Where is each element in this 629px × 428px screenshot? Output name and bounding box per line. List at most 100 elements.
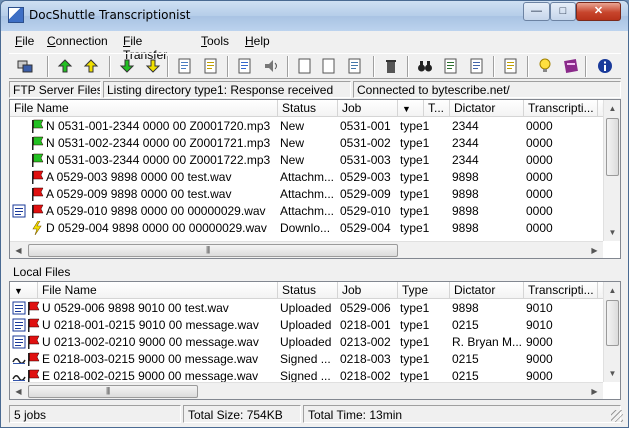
file-name: D 0529-004 9898 0000 00 00000029.wav [46,221,267,235]
sort-descending-icon: ▼ [402,104,411,114]
job-type: type1 [400,335,430,349]
connect-button[interactable] [13,55,37,78]
local-column-header[interactable]: Status [278,282,338,299]
server-column-header[interactable]: ▼ [398,100,424,117]
delete-button[interactable] [379,55,403,78]
export-button[interactable] [499,55,523,78]
report-button[interactable] [465,55,489,78]
table-row[interactable]: E 0218-003-0215 9000 00 message.wav Signe… [10,351,600,368]
file-status: New [280,153,305,167]
server-column-header[interactable]: Dictator [450,100,524,117]
table-row[interactable]: N 0531-002-2344 0000 00 Z0001721.mp3 New 0… [10,135,600,152]
server-vscroll-thumb[interactable] [606,118,619,176]
local-hscroll-thumb[interactable] [28,385,198,398]
scroll-right-arrow-icon[interactable]: ▶ [586,242,603,258]
server-column-header[interactable]: Transcripti... [524,100,598,117]
upload-green-icon [119,58,135,74]
info-button[interactable] [593,55,617,78]
play-audio-button[interactable] [259,55,283,78]
resize-grip-icon[interactable] [611,410,623,422]
job-number: 0213-002 [340,335,391,349]
dictator: 9898 [452,204,479,218]
dictator: 9898 [452,170,479,184]
maximize-button[interactable]: □ [550,2,576,21]
file-name: N 0531-002-2344 0000 00 Z0001721.mp3 [46,136,271,150]
local-column-header[interactable]: Dictator [450,282,524,299]
checklist-button[interactable] [439,55,463,78]
title-bar[interactable]: DocShuttle Transcriptionist — □ ✕ [1,1,628,31]
find-file-button[interactable] [199,55,223,78]
toolbar-separator [585,56,587,77]
minimize-button[interactable]: — [523,2,550,21]
transcriptionist: 9010 [526,318,553,332]
server-column-header[interactable]: File Name [10,100,278,117]
job-type: type1 [400,221,430,235]
local-vertical-scrollbar[interactable]: ▲ ▼ [603,282,620,382]
server-files-grid[interactable]: File Name Status Job ▼ T... Dictator Transcrip… [9,99,621,259]
local-vscroll-thumb[interactable] [606,300,619,346]
table-row[interactable]: N 0531-001-2344 0000 00 Z0001720.mp3 New 0… [10,118,600,135]
properties-button[interactable] [343,55,367,78]
local-column-header[interactable]: File Name [38,282,278,299]
search-binoculars-button[interactable] [413,55,437,78]
menu-help[interactable]: Help [245,34,270,48]
scroll-down-arrow-icon[interactable]: ▼ [604,365,620,382]
status-bar: 5 jobs Total Size: 754KB Total Time: 13m… [5,404,625,424]
local-column-header[interactable]: ▼ [10,282,38,299]
pane-splitter[interactable] [9,259,621,263]
download-green-button[interactable] [53,55,77,78]
help-book-button[interactable] [559,55,583,78]
dictator: 2344 [452,119,479,133]
menu-file[interactable]: File [15,34,34,48]
scroll-left-arrow-icon[interactable]: ◀ [10,383,27,399]
table-row[interactable]: U 0529-006 9898 9010 00 test.wav Uploaded… [10,300,600,317]
server-vertical-scrollbar[interactable]: ▲ ▼ [603,100,620,241]
local-files-grid[interactable]: ▼ File Name Status Job Type Dictator Transcrip… [9,281,621,400]
scroll-down-arrow-icon[interactable]: ▼ [604,224,620,241]
table-row[interactable]: A 0529-003 9898 0000 00 test.wav Attachm.… [10,169,600,186]
new-document-button[interactable] [293,55,317,78]
local-column-header[interactable]: Type [398,282,450,299]
table-row[interactable]: U 0218-001-0215 9010 00 message.wav Uploa… [10,317,600,334]
table-row[interactable]: D 0529-004 9898 0000 00 00000029.wav Down… [10,220,600,237]
table-row[interactable]: N 0531-003-2344 0000 00 Z0001722.mp3 New 0… [10,152,600,169]
file-status: Downlo... [280,221,331,235]
table-row[interactable]: A 0529-010 9898 0000 00 00000029.wav Atta… [10,203,600,220]
download-yellow-button[interactable] [79,55,103,78]
scroll-right-arrow-icon[interactable]: ▶ [586,383,603,399]
toolbar-separator [373,56,375,77]
transcriptionist: 9000 [526,369,553,383]
job-type: type1 [400,170,430,184]
menu-tools[interactable]: Tools [201,34,229,48]
server-column-header[interactable]: Status [278,100,338,117]
help-book-icon [563,58,579,74]
local-horizontal-scrollbar[interactable]: ◀ ||| ▶ [10,382,603,399]
job-type: type1 [400,318,430,332]
upload-yellow-button[interactable] [141,55,165,78]
scroll-up-arrow-icon[interactable]: ▲ [604,100,620,117]
job-number: 0218-002 [340,369,391,383]
scroll-left-arrow-icon[interactable]: ◀ [10,242,27,258]
server-hscroll-thumb[interactable] [28,244,398,257]
tip-bulb-button[interactable] [533,55,557,78]
server-horizontal-scrollbar[interactable]: ◀ ||| ▶ [10,241,603,258]
server-grid-header: File Name Status Job ▼ T... Dictator Transcrip… [10,100,620,117]
table-row[interactable]: A 0529-009 9898 0000 00 test.wav Attachm.… [10,186,600,203]
total-size: Total Size: 754KB [183,405,301,423]
red-flag-icon [30,204,44,218]
server-column-header[interactable]: Job [338,100,398,117]
server-column-header[interactable]: T... [424,100,450,117]
menu-connection[interactable]: Connection [47,34,108,48]
red-flag-icon [30,187,44,201]
upload-green-button[interactable] [115,55,139,78]
local-column-header[interactable]: Transcripti... [524,282,598,299]
scroll-up-arrow-icon[interactable]: ▲ [604,282,620,299]
close-button[interactable]: ✕ [576,2,621,21]
table-row[interactable]: U 0213-002-0210 9000 00 message.wav Uploa… [10,334,600,351]
download-green-icon [57,58,73,74]
refresh-list-button[interactable] [173,55,197,78]
edit-document-button[interactable] [233,55,257,78]
file-name: A 0529-003 9898 0000 00 test.wav [46,170,232,184]
copy-button[interactable] [317,55,341,78]
local-column-header[interactable]: Job [338,282,398,299]
